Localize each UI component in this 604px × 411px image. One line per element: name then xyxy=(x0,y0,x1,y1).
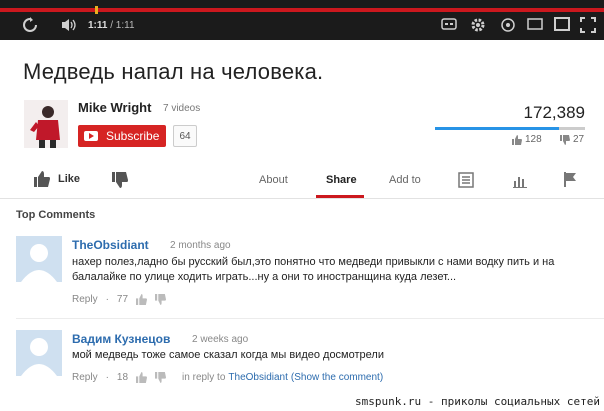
settings-gear-icon[interactable] xyxy=(470,17,486,33)
time-duration: / 1:11 xyxy=(110,20,135,31)
progress-fill xyxy=(0,8,604,12)
comment-thumbs-down-icon[interactable] xyxy=(155,372,167,383)
comment-thumbs-up-icon[interactable] xyxy=(136,372,148,383)
comment-like-count: 77 xyxy=(116,294,129,305)
comment-text: мой медведь тоже самое сказал когда мы в… xyxy=(72,349,384,361)
comment-actions: Reply · 18 in reply to TheObsidiant (Sho… xyxy=(72,372,383,383)
comment-thumbs-up-icon[interactable] xyxy=(136,294,148,305)
thumbs-down-small-icon xyxy=(560,134,570,145)
comment-time[interactable]: 2 months ago xyxy=(170,240,231,251)
report-flag-icon[interactable] xyxy=(562,171,578,187)
reply-link[interactable]: Reply xyxy=(72,372,98,383)
transcript-icon[interactable] xyxy=(458,172,474,188)
small-player-icon[interactable] xyxy=(527,17,543,31)
video-title: Медведь напал на человека. xyxy=(23,59,324,84)
comment-item: TheObsidiant 2 months ago нахер полез,ла… xyxy=(0,230,604,310)
time-display: 1:11 / 1:11 xyxy=(88,20,135,31)
comment-time[interactable]: 2 weeks ago xyxy=(192,334,248,345)
video-count[interactable]: 7 videos xyxy=(163,103,200,114)
comment-author[interactable]: TheObsidiant xyxy=(72,238,149,252)
comment-author[interactable]: Вадим Кузнецов xyxy=(72,332,170,346)
tab-about[interactable]: About xyxy=(259,174,288,186)
thumbs-up-icon xyxy=(34,171,50,187)
youtube-logo-icon xyxy=(84,131,98,141)
view-count: 172,389 xyxy=(523,103,585,122)
dot-separator: · xyxy=(105,372,109,383)
like-count-group: 128 xyxy=(512,134,542,145)
comment-like-count: 18 xyxy=(116,372,129,383)
like-label: Like xyxy=(58,173,81,185)
captions-icon[interactable] xyxy=(441,17,457,31)
subscribe-label: Subscribe xyxy=(106,129,160,143)
statistics-icon[interactable] xyxy=(512,172,528,188)
reply-link[interactable]: Reply xyxy=(72,294,98,305)
annotations-icon[interactable] xyxy=(500,17,516,33)
subscribe-button[interactable]: Subscribe xyxy=(78,125,166,147)
large-player-icon[interactable] xyxy=(554,17,570,31)
watermark-text: smspunk.ru - приколы социальных сетей xyxy=(354,395,600,408)
thumbs-up-small-icon xyxy=(512,134,522,145)
channel-avatar[interactable] xyxy=(24,100,68,148)
video-player-controls: 1:11 / 1:11 xyxy=(0,0,604,40)
volume-icon[interactable] xyxy=(60,17,78,33)
progress-bar[interactable] xyxy=(0,8,604,12)
comment-separator xyxy=(16,318,604,319)
dislike-count-group: 27 xyxy=(560,134,584,145)
dislike-button[interactable] xyxy=(112,172,128,188)
fullscreen-icon[interactable] xyxy=(580,17,596,33)
comment-item: Вадим Кузнецов 2 weeks ago мой медведь т… xyxy=(0,328,604,388)
thumbs-down-icon xyxy=(112,172,128,188)
scrub-handle[interactable] xyxy=(95,6,98,14)
section-divider xyxy=(0,198,604,199)
show-comment-link[interactable]: (Show the comment) xyxy=(291,372,383,383)
time-current: 1:11 xyxy=(88,20,108,31)
like-dislike-bar xyxy=(435,127,585,130)
comments-heading: Top Comments xyxy=(16,209,96,221)
tab-add-to[interactable]: Add to xyxy=(389,174,421,186)
like-count: 128 xyxy=(525,134,542,145)
dislike-count: 27 xyxy=(573,134,585,145)
tab-share[interactable]: Share xyxy=(326,174,357,186)
dot-separator: · xyxy=(105,294,109,305)
comment-text: нахер полез,ладно бы русский был,это пон… xyxy=(72,256,555,283)
in-reply-to-link[interactable]: TheObsidiant xyxy=(228,372,287,383)
comment-thumbs-down-icon[interactable] xyxy=(155,294,167,305)
in-reply-prefix: in reply to xyxy=(182,372,226,383)
subscriber-count: 64 xyxy=(173,125,197,147)
like-button[interactable]: Like xyxy=(34,171,80,187)
commenter-avatar[interactable] xyxy=(16,236,62,282)
replay-icon[interactable] xyxy=(22,17,38,33)
video-action-bar: Like About Share Add to xyxy=(0,166,604,198)
comment-actions: Reply · 77 xyxy=(72,294,167,305)
commenter-avatar[interactable] xyxy=(16,330,62,376)
channel-name[interactable]: Mike Wright xyxy=(78,100,151,115)
like-bar-fill xyxy=(435,127,559,130)
